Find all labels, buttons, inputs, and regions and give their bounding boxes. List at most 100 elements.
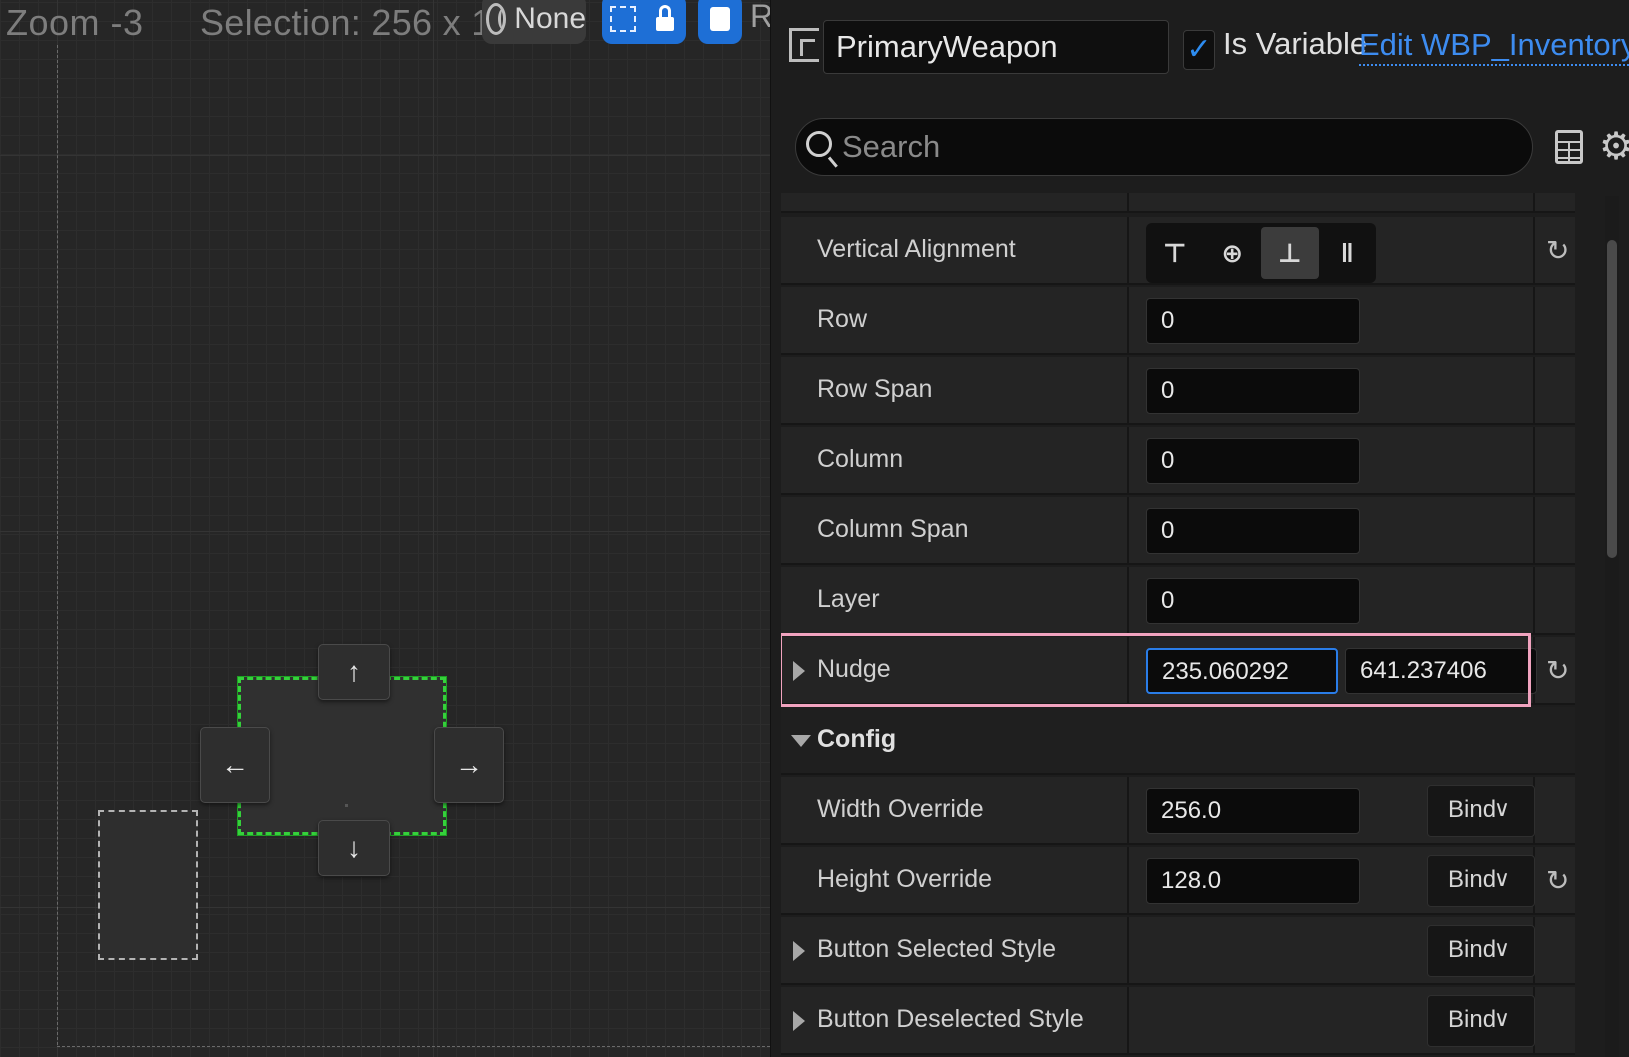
row-input[interactable]: 0: [1146, 298, 1360, 344]
marquee-icon: [610, 6, 636, 32]
property-matrix-icon[interactable]: [1555, 130, 1583, 164]
canvas-panel-slot-icon: [789, 28, 819, 62]
expand-arrow-icon[interactable]: [793, 1011, 805, 1031]
button-selected-style-label: Button Selected Style: [817, 935, 1057, 963]
keyframe-icon[interactable]: ♦: [1574, 515, 1575, 547]
property-row-row: Row 0 ♦: [781, 287, 1575, 355]
umg-editor: Zoom -3 Selection: 256 x 128 None R ↑ ↓ …: [0, 0, 1629, 1057]
respect-locks-label[interactable]: R: [750, 0, 770, 35]
config-section-label: Config: [817, 725, 897, 753]
chevron-down-icon: ∨: [1493, 796, 1510, 821]
property-row-vertical-alignment: Vertical Alignment ⊤ ⊕ ⊥ ‖ ↺ ♦: [781, 217, 1575, 285]
keyframe-icon[interactable]: ♦: [1574, 305, 1575, 337]
button-deselected-style-label: Button Deselected Style: [817, 1005, 1084, 1033]
bind-label: Bind: [1448, 936, 1497, 963]
layer-label: Layer: [817, 585, 880, 613]
height-override-bind-button[interactable]: Bind ∨: [1427, 855, 1535, 907]
nudge-x-input[interactable]: 235.060292: [1146, 648, 1338, 694]
bind-label: Bind: [1448, 796, 1497, 823]
bind-label: Bind: [1448, 866, 1497, 893]
property-row-layer: Layer 0 ♦: [781, 567, 1575, 635]
row-span-label: Row Span: [817, 375, 933, 403]
expand-arrow-icon[interactable]: [793, 661, 805, 681]
canvas-guide-horizontal: [57, 1046, 770, 1047]
row-label: Row: [817, 305, 868, 333]
widget-name-field[interactable]: PrimaryWeapon: [823, 20, 1169, 74]
property-row-column: Column 0 ♦: [781, 427, 1575, 495]
section-config[interactable]: Config: [781, 707, 1575, 775]
column-input[interactable]: 0: [1146, 438, 1360, 484]
reset-to-default-icon[interactable]: ↺: [1546, 235, 1569, 266]
reset-to-default-icon[interactable]: ↺: [1546, 865, 1569, 896]
width-override-input[interactable]: 256.0: [1146, 788, 1360, 834]
zoom-label: Zoom -3: [6, 2, 144, 43]
is-variable-label: Is Variable: [1223, 26, 1368, 61]
property-row-column-span: Column Span 0 ♦: [781, 497, 1575, 565]
details-search-input[interactable]: [842, 125, 1502, 169]
nudge-down-button[interactable]: ↓: [318, 820, 390, 876]
layer-input[interactable]: 0: [1146, 578, 1360, 624]
locale-preview-label: None: [514, 2, 586, 35]
clipboard-icon: [710, 7, 730, 31]
button-deselected-style-bind-button[interactable]: Bind ∨: [1427, 995, 1535, 1047]
height-override-input[interactable]: 128.0: [1146, 858, 1360, 904]
marquee-select-button[interactable]: [602, 0, 644, 44]
property-row-horizontal-alignment: [781, 193, 1575, 213]
column-span-label: Column Span: [817, 515, 969, 543]
row-span-input[interactable]: 0: [1146, 368, 1360, 414]
lock-icon: [656, 5, 674, 31]
keyframe-icon[interactable]: ♦: [1574, 655, 1575, 687]
details-header: PrimaryWeapon ✓ Is Variable Edit WBP_Inv…: [771, 0, 1629, 100]
nudge-right-button[interactable]: →: [434, 727, 504, 803]
keyframe-icon[interactable]: ♦: [1574, 585, 1575, 617]
keyframe-icon[interactable]: ♦: [1574, 235, 1575, 267]
designer-canvas[interactable]: Zoom -3 Selection: 256 x 128 None R ↑ ↓ …: [0, 0, 770, 1057]
property-list: Vertical Alignment ⊤ ⊕ ⊥ ‖ ↺ ♦ Row 0 ♦: [781, 193, 1575, 1057]
align-fill-button[interactable]: ‖: [1319, 223, 1377, 283]
keyframe-icon[interactable]: ♦: [1574, 375, 1575, 407]
collapse-arrow-icon[interactable]: [791, 735, 811, 747]
bind-label: Bind: [1448, 1006, 1497, 1033]
width-override-label: Width Override: [817, 795, 984, 823]
align-top-button[interactable]: ⊤: [1146, 223, 1204, 283]
property-row-width-override: Width Override 256.0 Bind ∨: [781, 777, 1575, 845]
chevron-down-icon: ∨: [1493, 866, 1510, 891]
search-icon: [806, 131, 832, 157]
nudge-left-button[interactable]: ←: [200, 727, 270, 803]
details-panel: PrimaryWeapon ✓ Is Variable Edit WBP_Inv…: [770, 0, 1629, 1057]
button-selected-style-bind-button[interactable]: Bind ∨: [1427, 925, 1535, 977]
property-row-button-selected-style: Button Selected Style Bind ∨: [781, 917, 1575, 985]
keyframe-icon[interactable]: ♦: [1574, 445, 1575, 477]
lock-button[interactable]: [644, 0, 686, 44]
canvas-toolbar: Zoom -3 Selection: 256 x 128 None R: [0, 0, 770, 46]
locale-preview-button[interactable]: None: [482, 0, 586, 44]
details-scrollbar-thumb[interactable]: [1607, 240, 1617, 558]
expand-arrow-icon[interactable]: [793, 941, 805, 961]
property-row-height-override: Height Override 128.0 Bind ∨ ↺: [781, 847, 1575, 915]
reset-to-default-icon[interactable]: ↺: [1546, 655, 1569, 686]
nudge-label: Nudge: [817, 655, 891, 683]
nudge-up-button[interactable]: ↑: [318, 644, 390, 700]
align-center-button[interactable]: ⊕: [1204, 223, 1262, 283]
details-search-box[interactable]: [795, 118, 1533, 176]
is-variable-checkbox[interactable]: ✓: [1183, 30, 1215, 70]
sibling-widget-outline[interactable]: [98, 810, 198, 960]
column-span-input[interactable]: 0: [1146, 508, 1360, 554]
nudge-y-input[interactable]: 641.237406: [1345, 648, 1537, 694]
edit-blueprint-link[interactable]: Edit WBP_InventoryItem: [1359, 26, 1629, 66]
canvas-guide-vertical: [57, 45, 58, 1045]
chevron-down-icon: ∨: [1493, 936, 1510, 961]
property-row-row-span: Row Span 0 ♦: [781, 357, 1575, 425]
chevron-down-icon: ∨: [1493, 1006, 1510, 1031]
vertical-alignment-label: Vertical Alignment: [817, 235, 1016, 263]
column-label: Column: [817, 445, 904, 473]
gear-icon[interactable]: ⚙: [1599, 128, 1629, 166]
height-override-label: Height Override: [817, 865, 993, 893]
property-row-button-deselected-style: Button Deselected Style Bind ∨: [781, 987, 1575, 1055]
clipboard-button[interactable]: [698, 0, 742, 44]
vertical-alignment-buttons: ⊤ ⊕ ⊥ ‖: [1146, 223, 1376, 283]
width-override-bind-button[interactable]: Bind ∨: [1427, 785, 1535, 837]
property-row-nudge: Nudge 235.060292 641.237406 ↺ ♦: [781, 633, 1575, 707]
globe-icon: [486, 3, 507, 35]
align-bottom-button[interactable]: ⊥: [1261, 227, 1319, 279]
